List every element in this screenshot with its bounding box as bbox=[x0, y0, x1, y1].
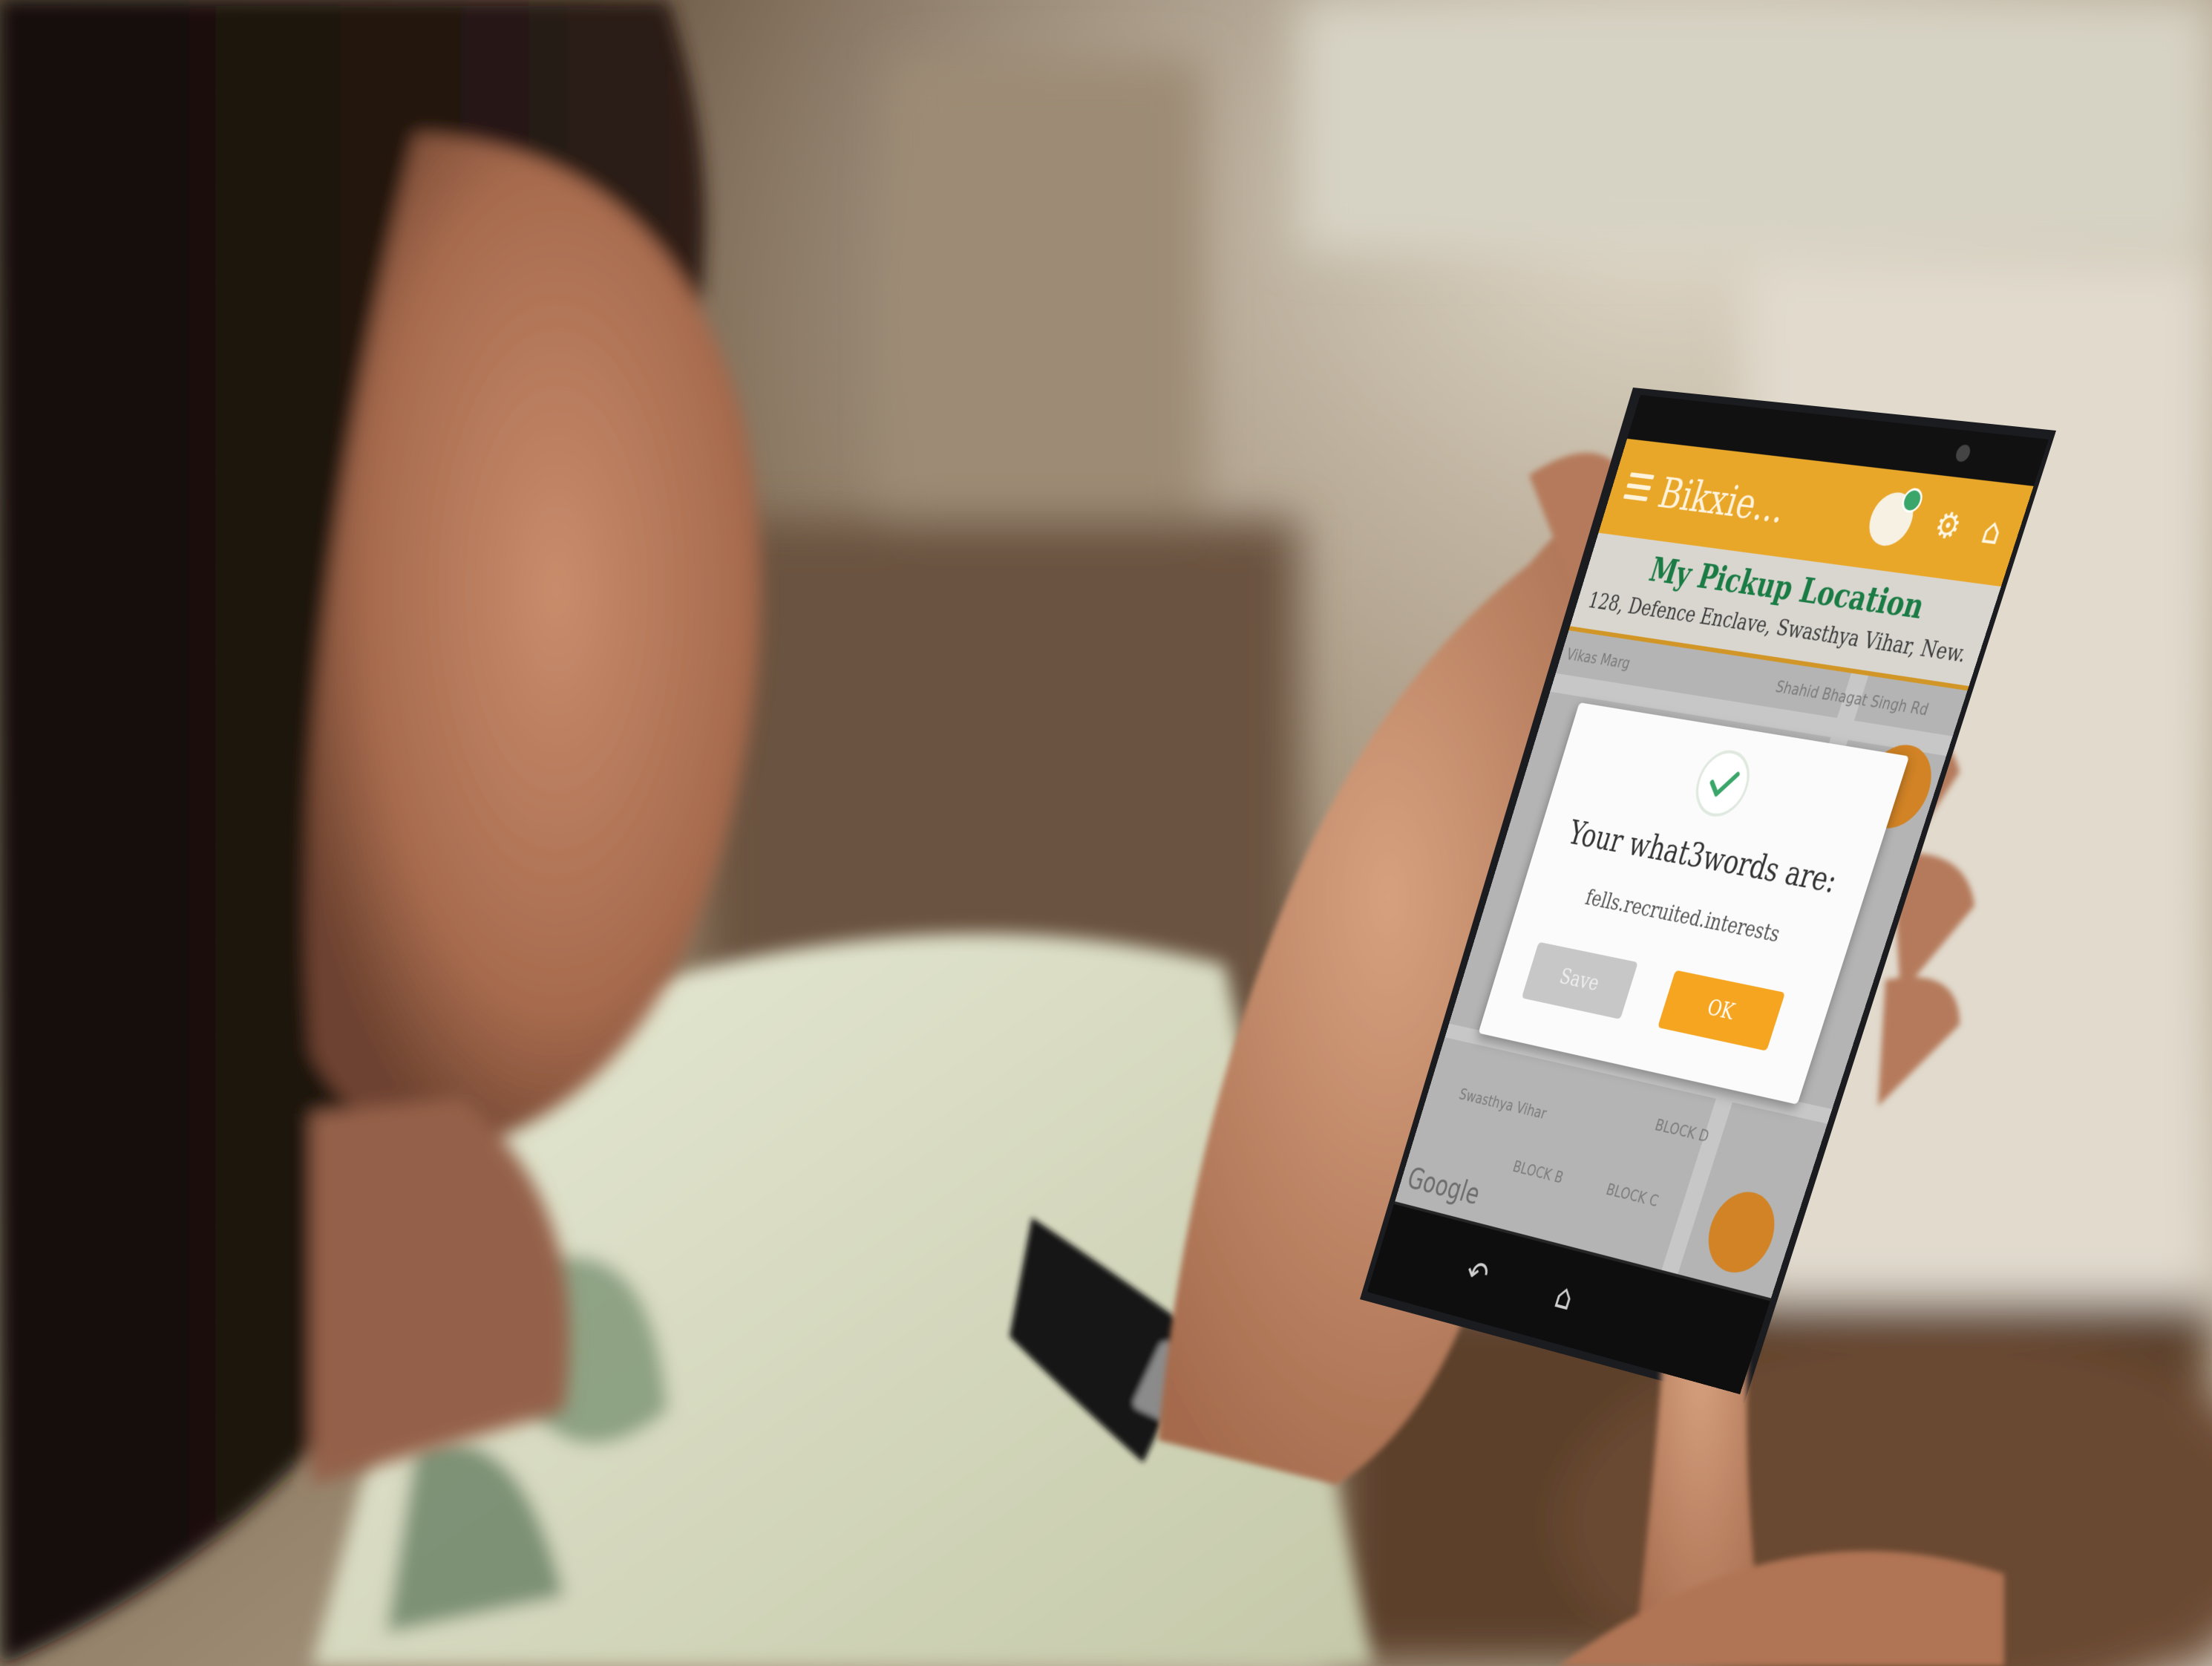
front-camera bbox=[1954, 444, 1973, 463]
back-icon[interactable]: ↶ bbox=[1453, 1245, 1503, 1302]
user-avatar-icon[interactable] bbox=[1862, 487, 1925, 549]
save-button[interactable]: Save bbox=[1521, 941, 1638, 1019]
menu-icon[interactable] bbox=[1623, 472, 1655, 502]
notification-dot bbox=[1899, 487, 1925, 514]
ok-button[interactable]: OK bbox=[1658, 970, 1786, 1051]
app-title: Bikxie... bbox=[1652, 468, 1793, 533]
cart-icon[interactable]: ⌂ bbox=[1966, 504, 2020, 558]
bike-icon[interactable]: ⚙ bbox=[1922, 499, 1975, 552]
home-icon[interactable]: ⌂ bbox=[1539, 1268, 1591, 1327]
check-icon bbox=[1687, 746, 1758, 821]
